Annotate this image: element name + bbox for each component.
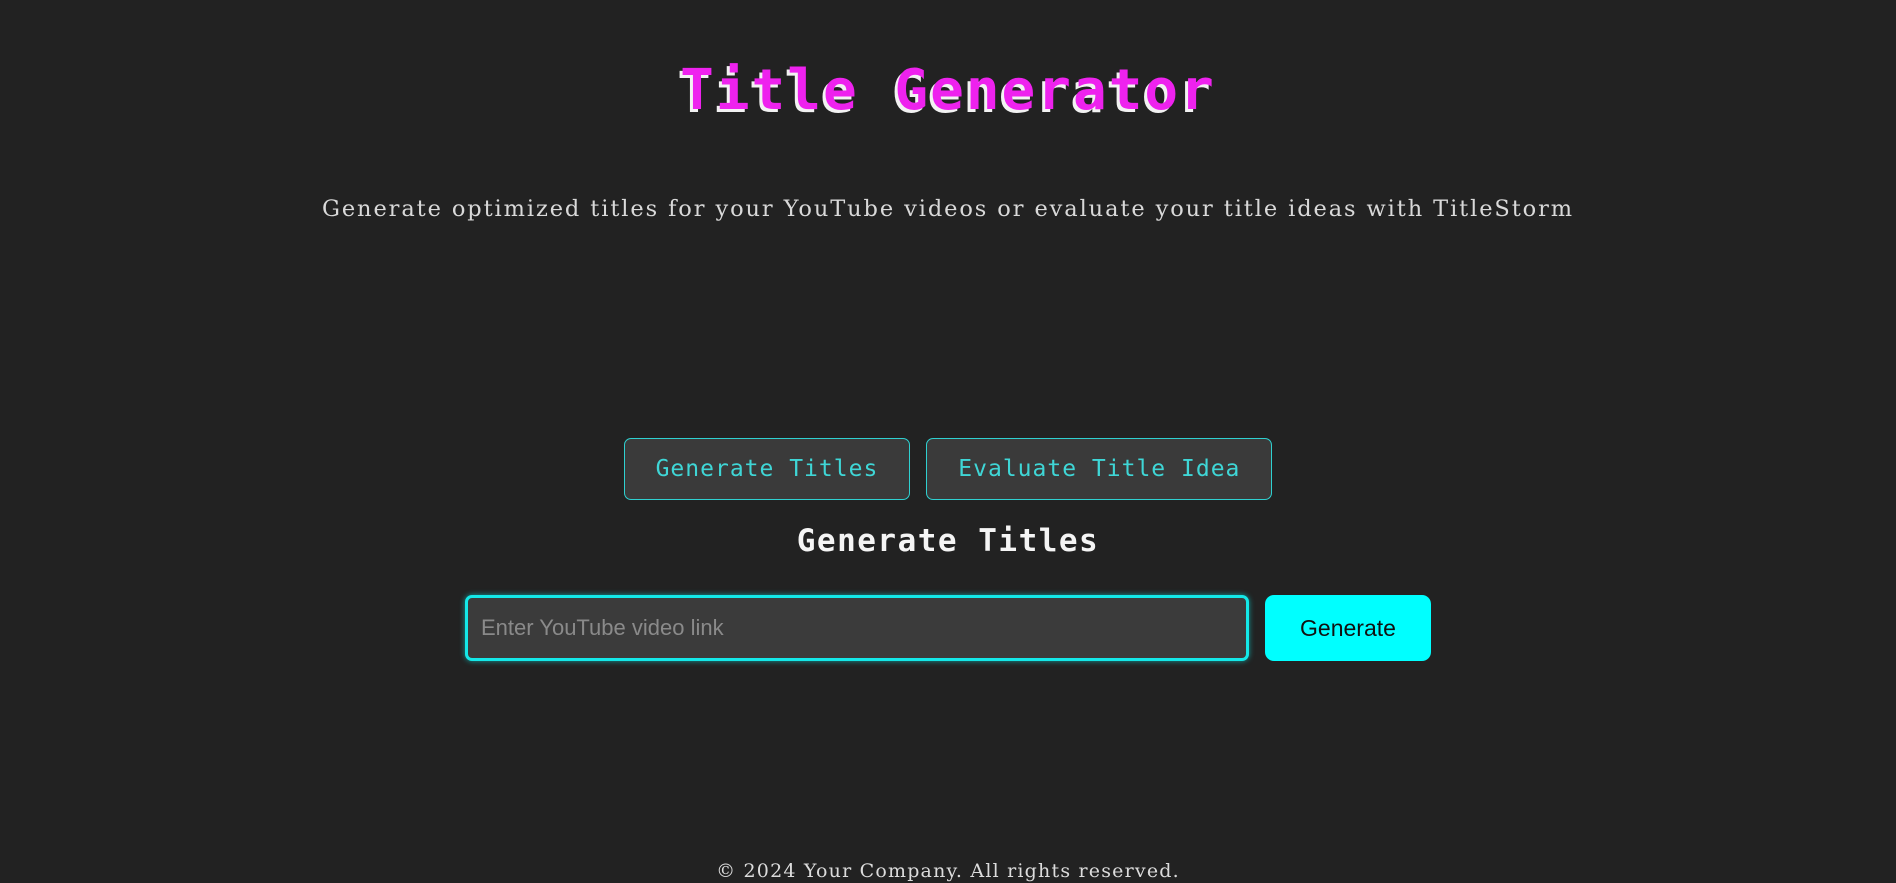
generate-form: Generate [0,595,1896,661]
page-title: Title Generator [680,58,1216,123]
tab-evaluate-title-idea[interactable]: Evaluate Title Idea [926,438,1273,501]
youtube-link-input[interactable] [465,595,1249,661]
tab-bar: Generate Titles Evaluate Title Idea [0,438,1896,501]
generate-button[interactable]: Generate [1265,595,1431,661]
footer-copyright: © 2024 Your Company. All rights reserved… [716,860,1180,882]
tab-generate-titles[interactable]: Generate Titles [623,438,911,501]
app-root: Title Generator Generate optimized title… [0,0,1896,883]
section-heading: Generate Titles [796,523,1100,559]
page-subtitle: Generate optimized titles for your YouTu… [321,196,1575,222]
